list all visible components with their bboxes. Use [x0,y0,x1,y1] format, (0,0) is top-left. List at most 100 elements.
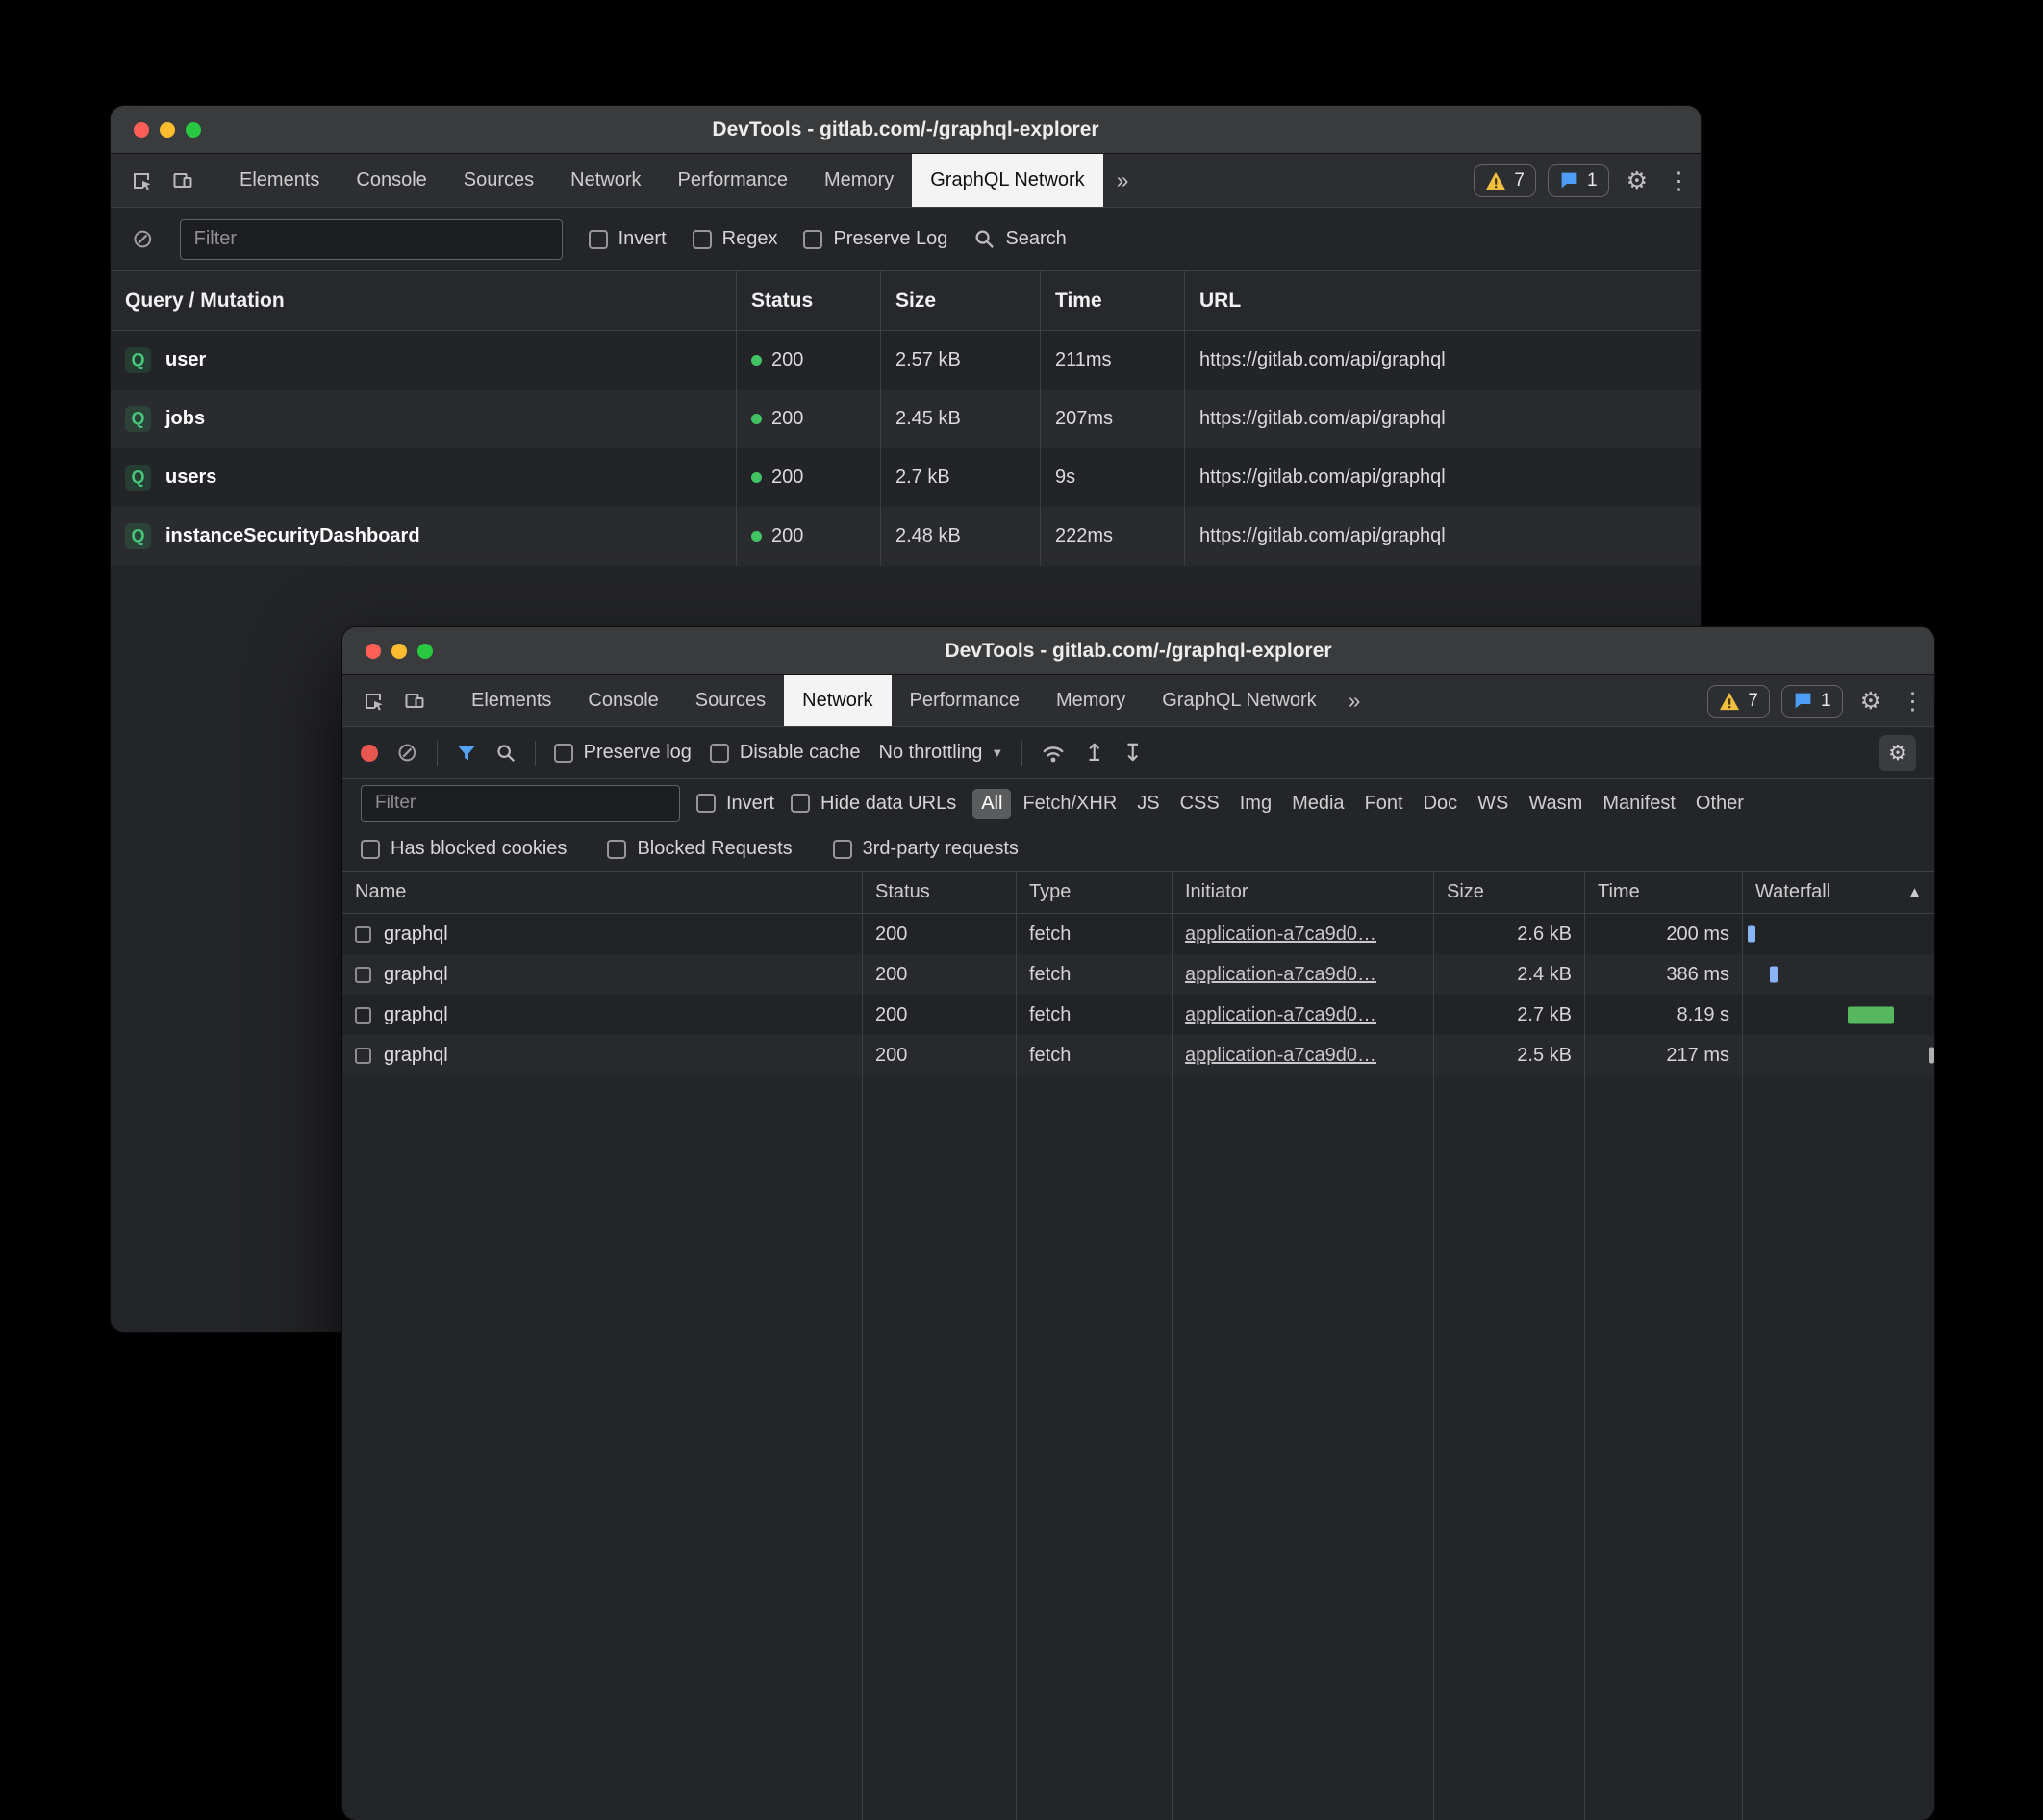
type-filter-all[interactable]: All [972,789,1011,819]
network-conditions-icon[interactable] [1041,743,1066,764]
blocked-cookies-checkbox[interactable]: Has blocked cookies [361,838,567,860]
filter-funnel-icon[interactable] [456,743,477,764]
type-filter-doc[interactable]: Doc [1415,789,1467,819]
column-header-type[interactable]: Type [1016,872,1172,913]
type-filter-manifest[interactable]: Manifest [1594,789,1684,819]
tab-elements[interactable]: Elements [221,154,338,207]
initiator-link[interactable]: application-a7ca9d0… [1185,964,1376,986]
device-toolbar-icon[interactable] [403,690,426,713]
invert-checkbox[interactable]: Invert [696,793,774,815]
clear-block-icon[interactable]: ⊘ [132,226,154,252]
table-row[interactable]: graphql 200 fetch application-a7ca9d0… 2… [342,914,1934,954]
import-har-icon[interactable]: ↥ [1084,739,1104,768]
initiator-link[interactable]: application-a7ca9d0… [1185,1004,1376,1026]
settings-gear-icon[interactable]: ⚙ [1617,154,1657,207]
search-button[interactable]: Search [973,228,1066,250]
tab-sources[interactable]: Sources [677,675,784,726]
hide-data-urls-checkbox[interactable]: Hide data URLs [791,793,956,815]
settings-gear-icon[interactable]: ⚙ [1851,675,1891,726]
more-tabs-icon[interactable]: » [1335,675,1375,726]
table-row[interactable]: graphql 200 fetch application-a7ca9d0… 2… [342,1035,1934,1075]
disable-cache-checkbox[interactable]: Disable cache [710,742,861,764]
empty-cell [342,1075,862,1820]
table-row[interactable]: graphql 200 fetch application-a7ca9d0… 2… [342,995,1934,1035]
type-filter-ws[interactable]: WS [1469,789,1517,819]
warnings-badge[interactable]: 7 [1474,164,1536,197]
table-row[interactable]: Q jobs 200 2.45 kB 207ms https://gitlab.… [111,390,1701,448]
row-checkbox[interactable] [355,1007,371,1024]
tab-console[interactable]: Console [338,154,444,207]
tab-memory[interactable]: Memory [1038,675,1144,726]
tab-graphql-network[interactable]: GraphQL Network [912,154,1102,207]
filter-input[interactable] [180,219,563,260]
table-row[interactable]: Q user 200 2.57 kB 211ms https://gitlab.… [111,331,1701,390]
network-filter-input[interactable] [361,785,680,822]
waterfall-bar [1930,1048,1934,1064]
column-header-time[interactable]: Time [1584,872,1742,913]
row-checkbox[interactable] [355,1048,371,1064]
preserve-log-checkbox[interactable]: Preserve log [554,742,692,764]
type-filter-css[interactable]: CSS [1172,789,1228,819]
search-icon[interactable] [495,743,517,764]
table-row[interactable]: graphql 200 fetch application-a7ca9d0… 2… [342,954,1934,995]
initiator-link[interactable]: application-a7ca9d0… [1185,1045,1376,1067]
tab-graphql-network[interactable]: GraphQL Network [1144,675,1334,726]
preserve-log-checkbox[interactable]: Preserve Log [803,228,947,250]
tab-network[interactable]: Network [552,154,659,207]
tab-sources[interactable]: Sources [445,154,552,207]
column-header-initiator[interactable]: Initiator [1172,872,1433,913]
close-button[interactable] [366,644,381,659]
device-toolbar-icon[interactable] [171,169,194,192]
warnings-badge[interactable]: 7 [1707,685,1770,718]
inspect-element-icon[interactable] [362,690,385,713]
table-row[interactable]: Q instanceSecurityDashboard 200 2.48 kB … [111,507,1701,566]
inspect-element-icon[interactable] [130,169,153,192]
invert-checkbox[interactable]: Invert [589,228,667,250]
zoom-button[interactable] [186,122,201,138]
type-filter-other[interactable]: Other [1687,789,1753,819]
tab-console[interactable]: Console [569,675,676,726]
minimize-button[interactable] [160,122,175,138]
titlebar[interactable]: DevTools - gitlab.com/-/graphql-explorer [342,627,1934,675]
time-cell: 386 ms [1584,954,1742,995]
throttling-dropdown[interactable]: No throttling ▼ [879,742,1004,764]
tab-performance[interactable]: Performance [892,675,1039,726]
tab-network[interactable]: Network [784,675,891,726]
type-filter-font[interactable]: Font [1356,789,1412,819]
more-tabs-icon[interactable]: » [1103,154,1143,207]
blocked-requests-checkbox[interactable]: Blocked Requests [607,838,792,860]
column-header-waterfall[interactable]: Waterfall ▲ [1742,872,1934,913]
column-header-name[interactable]: Name [342,872,862,913]
kebab-menu-icon[interactable]: ⋮ [1657,154,1701,207]
tab-performance[interactable]: Performance [660,154,807,207]
kebab-menu-icon[interactable]: ⋮ [1891,675,1934,726]
tab-elements[interactable]: Elements [453,675,569,726]
initiator-link[interactable]: application-a7ca9d0… [1185,923,1376,946]
close-button[interactable] [134,122,149,138]
network-settings-gear-icon[interactable]: ⚙ [1879,735,1916,771]
type-filter-media[interactable]: Media [1283,789,1352,819]
issues-badge[interactable]: 1 [1548,164,1609,197]
type-filter-img[interactable]: Img [1231,789,1280,819]
row-checkbox[interactable] [355,967,371,983]
titlebar[interactable]: DevTools - gitlab.com/-/graphql-explorer [111,106,1701,154]
row-checkbox[interactable] [355,926,371,943]
clear-requests-icon[interactable]: ⊘ [396,740,418,766]
column-header-status[interactable]: Status [862,872,1016,913]
record-button[interactable] [361,745,378,762]
export-har-icon[interactable]: ↧ [1122,739,1143,768]
zoom-button[interactable] [417,644,433,659]
table-row[interactable]: Q users 200 2.7 kB 9s https://gitlab.com… [111,448,1701,507]
tab-memory[interactable]: Memory [806,154,912,207]
issues-badge[interactable]: 1 [1781,685,1843,718]
column-header-size[interactable]: Size [1433,872,1584,913]
regex-checkbox[interactable]: Regex [693,228,778,250]
request-name: graphql [384,923,448,946]
type-filter-js[interactable]: JS [1128,789,1168,819]
third-party-requests-checkbox[interactable]: 3rd-party requests [833,838,1019,860]
type-filter-fetch-xhr[interactable]: Fetch/XHR [1014,789,1125,819]
type-filter-wasm[interactable]: Wasm [1520,789,1591,819]
request-name-cell: graphql [342,995,862,1035]
minimize-button[interactable] [391,644,407,659]
size-cell: 2.4 kB [1433,954,1584,995]
